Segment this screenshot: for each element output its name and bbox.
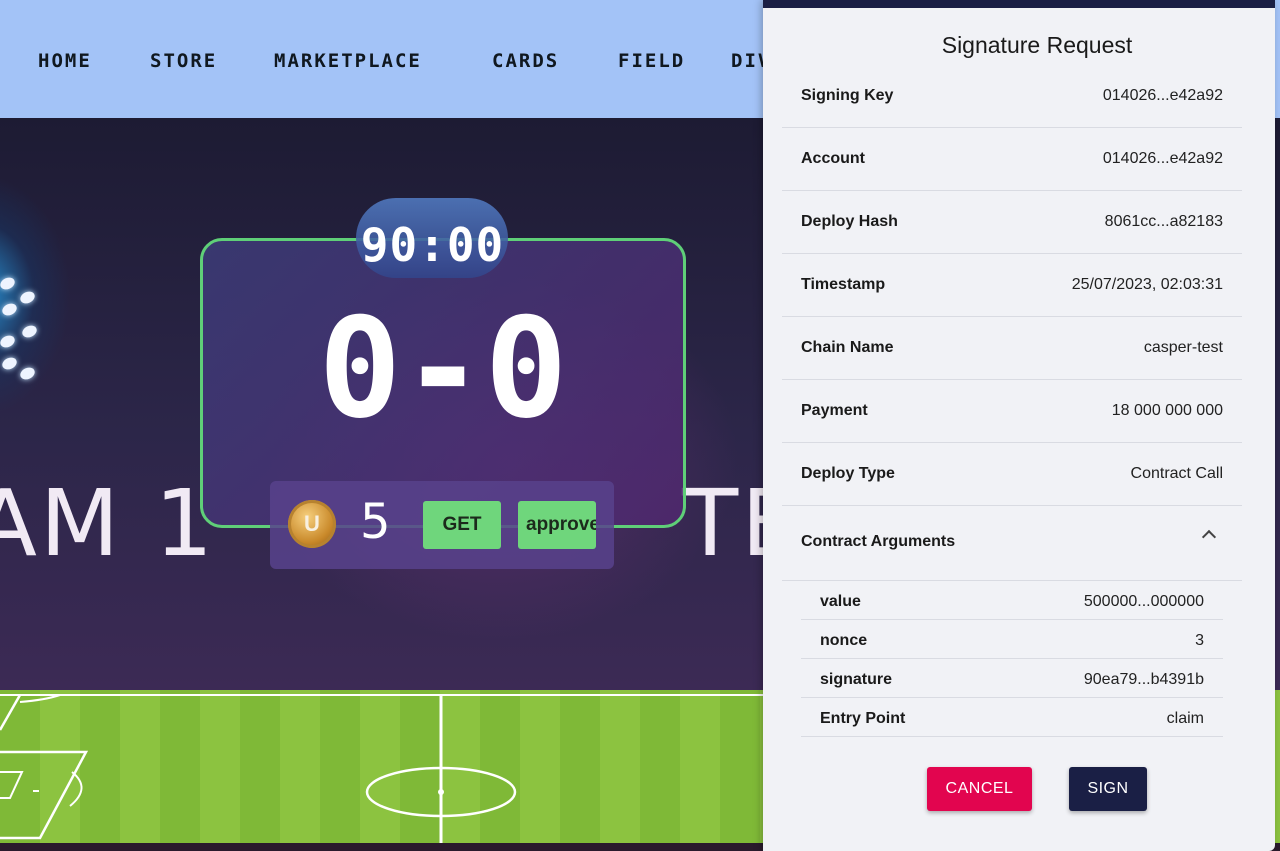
arg-label: nonce [820,632,868,649]
sign-button[interactable]: SIGN [1069,767,1147,811]
arg-value: 90ea79...b4391b [1083,671,1204,688]
chevron-up-icon[interactable] [1201,529,1217,545]
stadium-lights [0,170,70,420]
match-score: 0-0 [318,288,568,449]
nav-marketplace[interactable]: MARKETPLACE [274,50,422,72]
row-signing-key: Signing Key 014026...e42a92 [782,65,1242,128]
nav-store[interactable]: STORE [150,50,217,72]
nav-cards[interactable]: CARDS [492,50,559,72]
arg-row-value: value 500000...000000 [801,581,1223,620]
coin-count: 5 [360,494,391,550]
signature-request-modal: Signature Request Signing Key 014026...e… [763,0,1275,851]
row-payment: Payment 18 000 000 000 [782,380,1242,443]
row-account: Account 014026...e42a92 [782,128,1242,191]
contract-arguments-header[interactable]: Contract Arguments [782,506,1242,581]
arg-label: Entry Point [820,710,906,727]
coin-letter: U [304,511,320,536]
arg-value: 3 [1195,632,1204,649]
row-value: 014026...e42a92 [1102,87,1223,104]
row-label: Signing Key [801,87,894,104]
row-value: Contract Call [1130,465,1223,482]
row-value: 014026...e42a92 [1102,150,1223,167]
row-chain-name: Chain Name casper-test [782,317,1242,380]
match-timer: 90:00 [360,218,505,272]
app-root: HOME STORE MARKETPLACE CARDS FIELD DIV A… [0,0,1280,851]
nav-home[interactable]: HOME [38,50,92,72]
row-value: 25/07/2023, 02:03:31 [1071,276,1223,293]
row-label: Payment [801,402,868,419]
coin-icon: U [288,500,336,548]
row-deploy-hash: Deploy Hash 8061cc...a82183 [782,191,1242,254]
row-label: Chain Name [801,339,894,356]
row-value: 8061cc...a82183 [1104,213,1223,230]
arg-row-nonce: nonce 3 [801,620,1223,659]
cancel-button[interactable]: CANCEL [927,767,1032,811]
modal-title: Signature Request [941,32,1133,58]
row-timestamp: Timestamp 25/07/2023, 02:03:31 [782,254,1242,317]
row-label: Timestamp [801,276,886,293]
arg-row-signature: signature 90ea79...b4391b [801,659,1223,698]
row-value: 18 000 000 000 [1111,402,1223,419]
approve-button[interactable]: approve [518,501,596,549]
nav-field[interactable]: FIELD [618,50,685,72]
arg-label: value [820,593,861,610]
contract-arguments-label: Contract Arguments [801,533,956,550]
arg-row-entry-point: Entry Point claim [801,698,1223,737]
get-button[interactable]: GET [423,501,501,549]
arg-label: signature [820,671,893,688]
arg-value: claim [1166,710,1204,727]
row-value: casper-test [1143,339,1223,356]
team-left-name: AM 1 [0,470,217,577]
row-label: Account [801,150,865,167]
row-label: Deploy Type [801,465,895,482]
arg-value: 500000...000000 [1083,593,1204,610]
row-deploy-type: Deploy Type Contract Call [782,443,1242,506]
row-label: Deploy Hash [801,213,898,230]
field-lines [0,694,763,851]
